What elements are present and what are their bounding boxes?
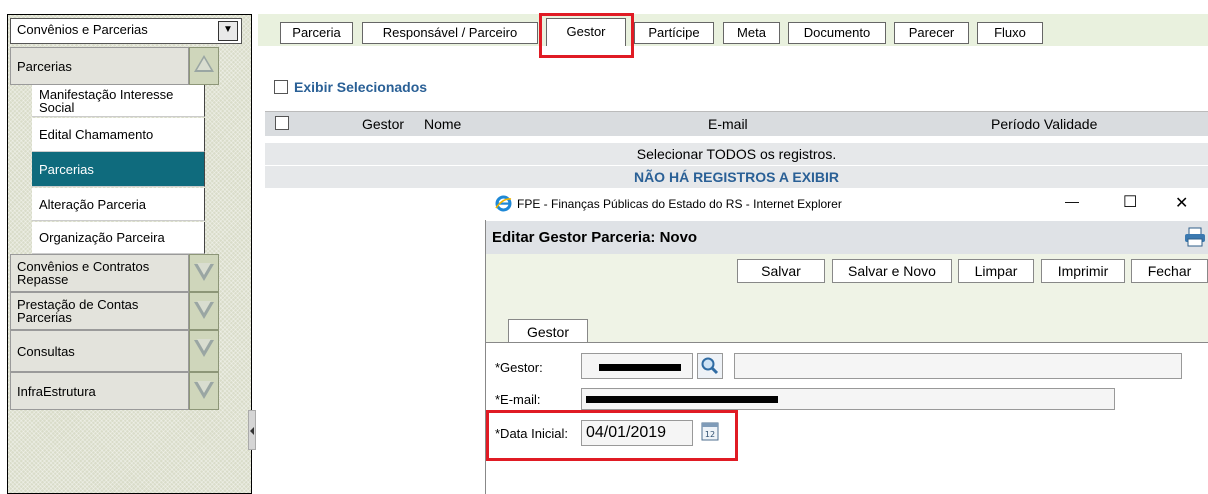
button-label: Limpar [974, 263, 1018, 279]
select-all-records-link[interactable]: Selecionar TODOS os registros. [265, 143, 1208, 165]
sidebar-item-label: Parcerias [39, 161, 94, 177]
tab-responsavel-parceiro[interactable]: Responsável / Parceiro [362, 22, 538, 44]
column-email[interactable]: E-mail [708, 116, 748, 132]
module-select-value: Convênios e Parcerias [17, 22, 148, 37]
sidebar-item-label: Edital Chamamento [39, 127, 154, 142]
column-nome[interactable]: Nome [424, 116, 461, 132]
tab-label: Meta [737, 25, 766, 40]
tab-gestor-popup[interactable]: Gestor [508, 319, 588, 343]
gestor-label: *Gestor: [495, 360, 543, 375]
maximize-button[interactable]: ☐ [1123, 192, 1137, 212]
sidebar-item-label: Alteração Parceria [39, 196, 146, 212]
button-label: Salvar [761, 263, 801, 279]
sidebar-item-manifestacao[interactable]: Manifestação Interesse Social [32, 85, 205, 117]
email-label: *E-mail: [495, 392, 541, 407]
tab-label: Responsável / Parceiro [382, 25, 518, 40]
section-label: Convênios e Contratos Repasse [17, 259, 150, 287]
section-label: InfraEstrutura [17, 383, 96, 399]
triangle-up-icon [194, 55, 214, 72]
close-button[interactable]: Fechar [1131, 259, 1208, 283]
button-label: Imprimir [1057, 263, 1109, 279]
save-button[interactable]: Salvar [737, 259, 825, 283]
search-icon[interactable] [697, 353, 723, 379]
popup-window-title: FPE - Finanças Públicas do Estado do RS … [517, 197, 842, 211]
collapse-section-button[interactable] [189, 47, 219, 85]
sidebar-item-label: Manifestação Interesse Social [39, 86, 174, 115]
select-all-checkbox[interactable] [275, 116, 289, 130]
popup-header-title: Editar Gestor Parceria: Novo [492, 229, 698, 246]
expand-section-button[interactable] [189, 372, 219, 410]
tab-label: Partícipe [648, 25, 700, 40]
tab-label: Parceria [292, 25, 341, 40]
triangle-down-icon [194, 301, 214, 319]
sidebar-item-parcerias[interactable]: Parcerias [32, 152, 205, 187]
chevron-down-icon[interactable]: ▼ [218, 21, 238, 41]
sidebar-item-alteracao[interactable]: Alteração Parceria [32, 188, 205, 221]
button-label: Fechar [1147, 263, 1192, 279]
section-parcerias[interactable]: Parcerias [10, 47, 189, 85]
print-icon[interactable] [1184, 227, 1206, 247]
triangle-down-icon [194, 263, 214, 281]
no-records-message: NÃO HÁ REGISTROS A EXIBIR [265, 166, 1208, 188]
expand-section-button[interactable] [189, 254, 219, 292]
panel-splitter-handle[interactable] [248, 410, 256, 450]
show-selected-toggle[interactable]: Exibir Selecionados [274, 79, 427, 95]
close-window-button[interactable]: ✕ [1175, 193, 1188, 213]
gestor-input[interactable] [581, 353, 693, 379]
sidebar-item-edital[interactable]: Edital Chamamento [32, 118, 205, 152]
column-periodo-validade[interactable]: Período Validade [991, 116, 1097, 132]
minimize-button[interactable]: — [1065, 193, 1079, 209]
popup-titlebar: FPE - Finanças Públicas do Estado do RS … [485, 188, 1208, 220]
sidebar-item-label: Organização Parceira [39, 230, 165, 245]
section-consultas[interactable]: Consultas [10, 330, 189, 372]
print-button[interactable]: Imprimir [1041, 259, 1125, 283]
tab-meta[interactable]: Meta [723, 22, 780, 44]
highlight-box-gestor-tab [539, 13, 634, 58]
popup-header: Editar Gestor Parceria: Novo [486, 221, 1208, 254]
expand-section-button[interactable] [189, 330, 219, 372]
tab-label: Gestor [526, 324, 569, 340]
save-and-new-button[interactable]: Salvar e Novo [832, 259, 952, 283]
section-infraestrutura[interactable]: InfraEstrutura [10, 372, 189, 410]
tab-parceria[interactable]: Parceria [280, 22, 353, 44]
tab-label: Fluxo [994, 25, 1026, 40]
expand-section-button[interactable] [189, 292, 219, 330]
redaction-bar [599, 364, 681, 371]
highlight-box-data-inicial [486, 410, 738, 461]
tab-fluxo[interactable]: Fluxo [977, 22, 1043, 44]
clear-button[interactable]: Limpar [958, 259, 1034, 283]
tab-parecer[interactable]: Parecer [894, 22, 969, 44]
column-gestor[interactable]: Gestor [362, 116, 404, 132]
tab-documento[interactable]: Documento [788, 22, 886, 44]
module-select[interactable]: Convênios e Parcerias ▼ [10, 18, 242, 44]
tab-participe[interactable]: Partícipe [634, 22, 714, 44]
internet-explorer-icon [495, 195, 512, 212]
tab-label: Parecer [908, 25, 955, 40]
section-label: Consultas [17, 343, 75, 359]
show-selected-checkbox[interactable] [274, 80, 288, 94]
section-convenios[interactable]: Convênios e Contratos Repasse [10, 254, 189, 292]
tab-label: Documento [803, 25, 871, 40]
triangle-down-icon [194, 339, 214, 357]
section-label: Parcerias [17, 58, 72, 74]
sidebar-item-organizacao[interactable]: Organização Parceira [32, 222, 205, 254]
email-field[interactable] [581, 388, 1115, 410]
triangle-down-icon [194, 381, 214, 399]
button-label: Salvar e Novo [848, 263, 936, 279]
gestor-name-display [734, 353, 1182, 379]
show-selected-label: Exibir Selecionados [294, 79, 428, 95]
section-label: Prestação de Contas Parcerias [17, 297, 139, 325]
tab-divider [486, 342, 1208, 343]
redaction-bar [586, 396, 778, 403]
grid-header: Gestor Nome E-mail Período Validade [265, 111, 1208, 136]
section-prestacao[interactable]: Prestação de Contas Parcerias [10, 292, 189, 330]
